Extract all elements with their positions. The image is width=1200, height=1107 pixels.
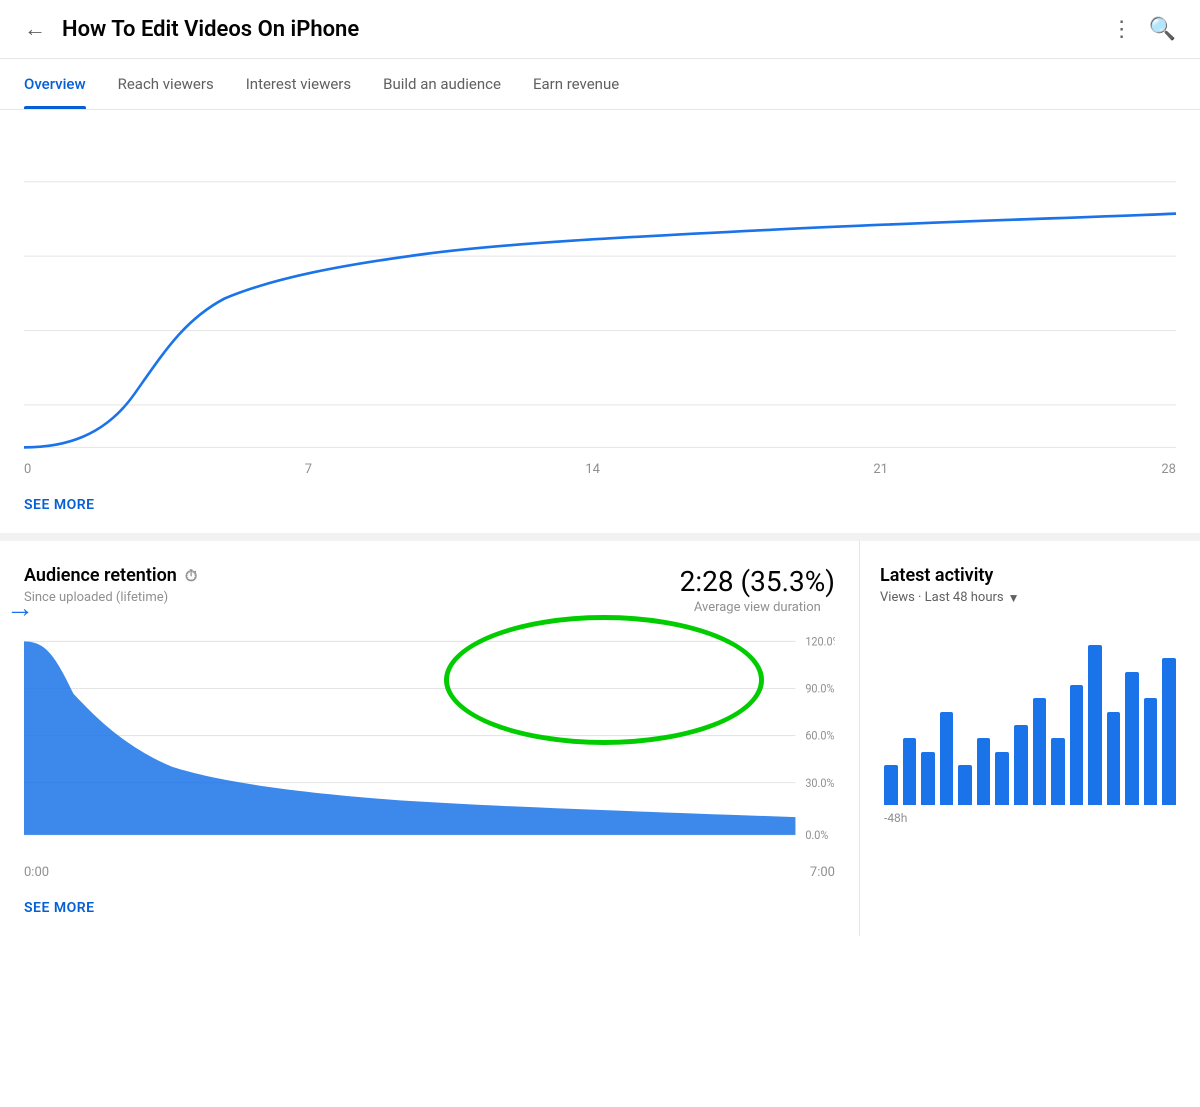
activity-subtitle-text: Views · Last 48 hours	[880, 590, 1004, 605]
activity-bar	[1107, 712, 1121, 805]
activity-bar	[1051, 738, 1065, 805]
svg-text:120.0%: 120.0%	[805, 635, 835, 648]
x-label-0: 0	[24, 462, 31, 477]
audience-title: Audience retention ⏱	[24, 565, 197, 586]
more-options-icon[interactable]: ⋮	[1111, 17, 1133, 42]
blue-arrow-icon: →	[6, 591, 34, 624]
clock-icon: ⏱	[185, 566, 197, 586]
x-label-7: 7	[305, 462, 312, 477]
activity-chart: -48h	[880, 625, 1180, 825]
latest-activity-section: Latest activity Views · Last 48 hours ▼ …	[860, 541, 1200, 936]
top-chart-see-more[interactable]: SEE MORE	[24, 485, 95, 533]
activity-bar	[995, 752, 1009, 805]
svg-text:0.0%: 0.0%	[805, 829, 828, 842]
top-chart-svg	[24, 118, 1176, 458]
activity-bar	[1033, 698, 1047, 805]
tab-earn-revenue[interactable]: Earn revenue	[533, 59, 619, 109]
retention-x-axis: 0:00 7:00	[24, 861, 835, 884]
activity-bar	[921, 752, 935, 805]
avg-view-duration-value: 2:28 (35.3%)	[680, 565, 835, 598]
x-label-28: 28	[1161, 462, 1176, 477]
activity-bar	[1144, 698, 1158, 805]
top-chart-x-axis: 0 7 14 21 28	[24, 458, 1176, 485]
navigation-tabs: Overview Reach viewers Interest viewers …	[0, 59, 1200, 110]
tab-build-audience[interactable]: Build an audience	[383, 59, 501, 109]
audience-title-group: Audience retention ⏱ Since uploaded (lif…	[24, 565, 197, 605]
chevron-down-icon: ▼	[1008, 591, 1020, 605]
activity-bar	[884, 765, 898, 805]
svg-text:30.0%: 30.0%	[805, 776, 834, 789]
activity-bar	[1070, 685, 1084, 805]
back-button[interactable]: ←	[24, 16, 46, 42]
svg-text:60.0%: 60.0%	[805, 729, 834, 742]
x-label-14: 14	[585, 462, 600, 477]
tab-overview[interactable]: Overview	[24, 59, 86, 109]
retention-chart: 120.0% 90.0% 60.0% 30.0% 0.0%	[24, 631, 835, 861]
x-label-21: 21	[873, 462, 888, 477]
activity-bar	[940, 712, 954, 805]
main-content: 0 7 14 21 28 SEE MORE → Audience retenti…	[0, 118, 1200, 936]
retention-chart-svg: 120.0% 90.0% 60.0% 30.0% 0.0%	[24, 631, 835, 861]
audience-subtitle: Since uploaded (lifetime)	[24, 590, 197, 605]
activity-bar	[1125, 672, 1139, 805]
retention-x-start: 0:00	[24, 865, 49, 880]
tab-interest-viewers[interactable]: Interest viewers	[246, 59, 351, 109]
activity-bar	[958, 765, 972, 805]
audience-section-header: Audience retention ⏱ Since uploaded (lif…	[24, 565, 835, 615]
activity-bar	[1014, 725, 1028, 805]
activity-x-label: -48h	[880, 811, 1180, 825]
activity-bar	[977, 738, 991, 805]
avg-view-duration-label: Average view duration	[680, 600, 835, 615]
top-chart-section: 0 7 14 21 28 SEE MORE	[0, 118, 1200, 541]
activity-subtitle[interactable]: Views · Last 48 hours ▼	[880, 590, 1180, 605]
activity-title: Latest activity	[880, 565, 1180, 586]
activity-bar	[1088, 645, 1102, 805]
page-title: How To Edit Videos On iPhone	[62, 17, 1087, 42]
page-header: ← How To Edit Videos On iPhone ⋮ 🔍	[0, 0, 1200, 59]
bottom-sections: → Audience retention ⏱ Since uploaded (l…	[0, 541, 1200, 936]
audience-retention-section: → Audience retention ⏱ Since uploaded (l…	[0, 541, 860, 936]
activity-bar	[1162, 658, 1176, 805]
metric-highlight: 2:28 (35.3%) Average view duration	[680, 565, 835, 615]
activity-bar	[903, 738, 917, 805]
svg-text:90.0%: 90.0%	[805, 682, 834, 695]
section-title-row: → Audience retention ⏱ Since uploaded (l…	[24, 565, 835, 615]
top-chart-container	[24, 118, 1176, 458]
retention-see-more[interactable]: SEE MORE	[24, 884, 95, 936]
tab-reach-viewers[interactable]: Reach viewers	[118, 59, 214, 109]
activity-bars	[880, 625, 1180, 805]
retention-x-end: 7:00	[810, 865, 835, 880]
search-icon[interactable]: 🔍	[1149, 17, 1176, 42]
